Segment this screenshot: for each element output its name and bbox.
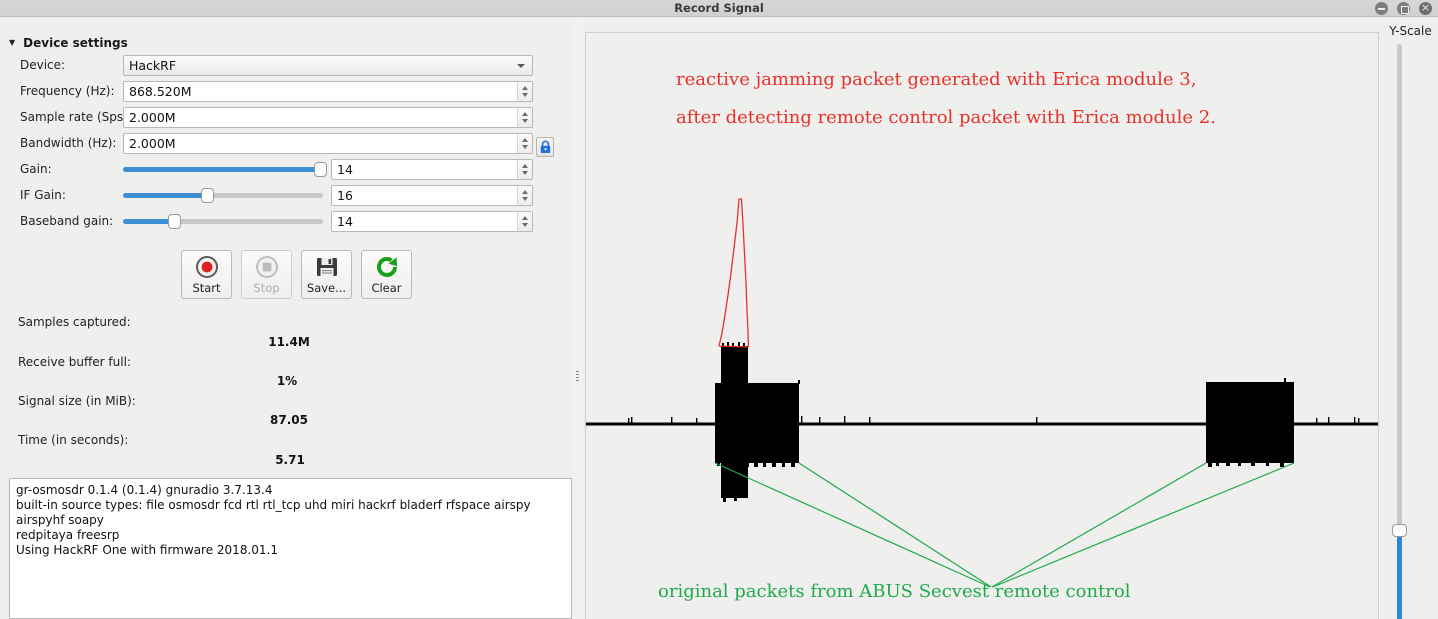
baseband-gain-slider-fill [123,219,171,224]
stop-icon [255,255,278,278]
signal-size-label: Signal size (in MiB): [18,394,136,408]
baseband-gain-slider[interactable] [123,211,323,231]
label-device: Device: [20,58,66,72]
device-combo[interactable]: HackRF [123,55,533,76]
device-settings-panel: ▼ Device settings Device: HackRF Frequen… [0,17,572,619]
if-gain-slider-handle[interactable] [201,188,214,203]
record-controls: Start Stop Save... Clear [181,250,412,299]
y-scale-fill [1397,529,1402,619]
annotation-green: original packets from ABUS Secvest remot… [658,581,1131,602]
if-gain-slider[interactable] [123,185,323,205]
floppy-save-icon [316,257,337,276]
label-sample-rate: Sample rate (Sps): [20,110,132,124]
bandwidth-value: 2.000M [129,136,176,151]
window-controls [1375,2,1432,15]
window-title: Record Signal [674,1,764,15]
splitter-grip-icon [576,371,579,383]
annotation-red-line2: after detecting remote control packet wi… [676,107,1216,128]
annotation-red-line1: reactive jamming packet generated with E… [676,69,1197,90]
time-seconds-label: Time (in seconds): [18,433,129,447]
label-frequency: Frequency (Hz): [20,84,115,98]
clear-button[interactable]: Clear [361,250,412,299]
baseband-gain-stepper[interactable] [517,212,532,231]
label-baseband-gain: Baseband gain: [20,214,114,228]
panel-splitter[interactable] [572,17,583,619]
frequency-value: 868.520M [129,84,192,99]
burst-original-right [1206,378,1294,467]
samples-captured-label: Samples captured: [18,315,131,329]
device-log-output[interactable]: gr-osmosdr 0.1.4 (0.1.4) gnuradio 3.7.13… [9,478,572,619]
frequency-stepper[interactable] [517,82,532,101]
bandwidth-input[interactable]: 2.000M [123,133,533,154]
if-gain-value: 16 [337,188,353,203]
sample-rate-value: 2.000M [129,110,176,125]
chevron-down-icon[interactable]: ▼ [9,39,15,47]
y-scale-label: Y-Scale [1389,24,1432,38]
save-button[interactable]: Save... [301,250,352,299]
record-icon [195,255,218,278]
gain-slider-fill [123,167,317,172]
baseband-gain-slider-handle[interactable] [168,214,181,229]
gain-input[interactable]: 14 [331,159,533,180]
burst-jammed-wide [715,380,800,467]
green-leader-lines [714,462,1295,588]
start-button[interactable]: Start [181,250,232,299]
label-bandwidth: Bandwidth (Hz): [20,136,117,150]
if-gain-slider-fill [123,193,205,198]
receive-buffer-value: 1% [276,374,298,388]
reactive-jamming-spike [718,198,750,348]
lock-icon [540,140,550,153]
receive-buffer-label: Receive buffer full: [18,355,131,369]
device-combo-value: HackRF [129,58,177,73]
clear-button-label: Clear [371,280,402,295]
y-scale-track[interactable] [1397,44,1402,534]
gain-value: 14 [337,162,353,177]
stop-button-label: Stop [253,280,280,295]
gain-slider-handle[interactable] [314,162,327,177]
baseband-gain-input[interactable]: 14 [331,211,533,232]
chevron-down-icon [517,64,525,68]
samples-captured-value: 11.4M [268,335,310,349]
frequency-input[interactable]: 868.520M [123,81,533,102]
save-button-label: Save... [306,280,347,295]
if-gain-stepper[interactable] [517,186,532,205]
sample-rate-stepper[interactable] [517,108,532,127]
maximize-icon[interactable] [1397,2,1410,15]
stop-button[interactable]: Stop [241,250,292,299]
bandwidth-stepper[interactable] [517,134,532,153]
sample-rate-input[interactable]: 2.000M [123,107,533,128]
lock-rate-bandwidth-button[interactable] [536,137,554,157]
record-signal-window: Record Signal ▼ Device settings Device: … [0,0,1438,619]
device-settings-group-header[interactable]: ▼ Device settings [9,36,128,50]
minimize-icon[interactable] [1375,2,1388,15]
device-settings-title: Device settings [23,36,128,50]
signal-size-value: 87.05 [270,413,308,427]
refresh-clear-icon [376,256,397,277]
gain-slider[interactable] [123,159,327,179]
close-icon[interactable] [1419,2,1432,15]
gain-stepper[interactable] [517,160,532,179]
y-scale-handle[interactable] [1392,524,1407,537]
title-bar: Record Signal [0,0,1438,17]
label-gain: Gain: [20,162,52,176]
baseband-gain-value: 14 [337,214,353,229]
if-gain-input[interactable]: 16 [331,185,533,206]
signal-plot[interactable]: reactive jamming packet generated with E… [585,32,1379,619]
time-seconds-value: 5.71 [275,453,305,467]
label-if-gain: IF Gain: [20,188,66,202]
y-scale-control: Y-Scale [1383,24,1438,619]
device-log-text: gr-osmosdr 0.1.4 (0.1.4) gnuradio 3.7.13… [16,483,531,557]
start-button-label: Start [192,280,221,295]
